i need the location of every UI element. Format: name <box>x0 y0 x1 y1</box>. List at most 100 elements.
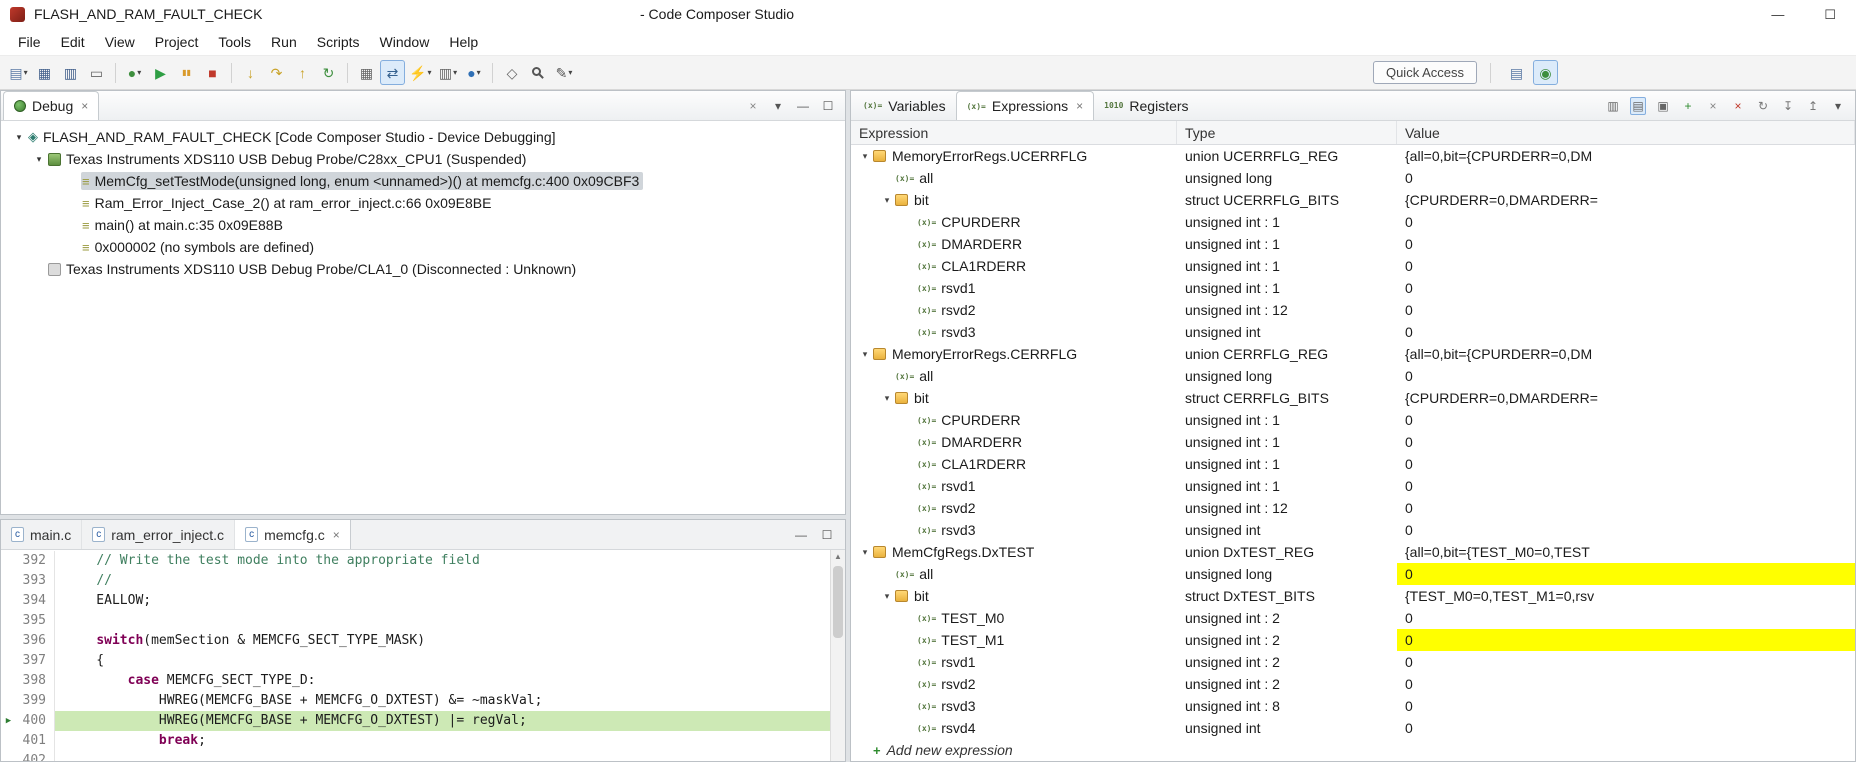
tab-expressions[interactable]: (x)= Expressions × <box>955 91 1095 120</box>
tab-debug[interactable]: Debug × <box>3 91 100 120</box>
minimize-panel-button[interactable]: — <box>795 97 811 115</box>
scrollbar-thumb[interactable] <box>833 566 843 638</box>
menu-help[interactable]: Help <box>439 29 488 55</box>
registers-view-button[interactable]: ▦ <box>354 60 379 85</box>
tab-registers[interactable]: 1010 Registers <box>1094 91 1198 120</box>
step-over-button[interactable]: ↷ <box>264 60 289 85</box>
expression-row[interactable]: (x)= rsvd2 unsigned int : 2 0 <box>851 673 1855 695</box>
expression-row[interactable]: (x)= rsvd3 unsigned int 0 <box>851 321 1855 343</box>
save-button[interactable]: ▦ <box>32 60 57 85</box>
expand-arrow-icon[interactable]: ▾ <box>31 154 47 165</box>
refresh-button[interactable]: ↻ <box>1755 97 1771 115</box>
show-columns-button[interactable]: ▥ <box>1605 97 1621 115</box>
remove-all-expressions-button[interactable]: × <box>1730 97 1746 115</box>
search-button[interactable] <box>525 60 550 85</box>
expression-row[interactable]: (x)= DMARDERR unsigned int : 1 0 <box>851 233 1855 255</box>
expression-row[interactable]: (x)= rsvd2 unsigned int : 12 0 <box>851 299 1855 321</box>
editor-tab-main-c[interactable]: c main.c <box>1 520 83 549</box>
code-editor[interactable]: 392 // Write the test mode into the appr… <box>1 550 830 761</box>
menu-window[interactable]: Window <box>370 29 440 55</box>
expression-row[interactable]: (x)= TEST_M1 unsigned int : 2 0 <box>851 629 1855 651</box>
remove-all-terminated-button[interactable]: × <box>745 97 761 115</box>
menu-run[interactable]: Run <box>261 29 307 55</box>
expression-row[interactable]: (x)= rsvd1 unsigned int : 1 0 <box>851 277 1855 299</box>
expression-row[interactable]: ▾ bit struct CERRFLG_BITS {CPURDERR=0,DMARD… <box>851 387 1855 409</box>
expand-arrow-icon[interactable]: ▾ <box>11 132 27 143</box>
view-menu-button[interactable]: ▾ <box>770 97 786 115</box>
debug-launch-button[interactable]: ● ▾ <box>122 60 147 85</box>
maximize-editor-button[interactable]: ☐ <box>819 526 835 544</box>
console-button[interactable]: ▭ <box>84 60 109 85</box>
debug-tree-row[interactable]: ≡ Ram_Error_Inject_Case_2() at ram_error_… <box>1 192 845 214</box>
expression-row[interactable]: (x)= rsvd1 unsigned int : 2 0 <box>851 651 1855 673</box>
expression-row[interactable]: (x)= rsvd2 unsigned int : 12 0 <box>851 497 1855 519</box>
expression-row[interactable]: ▾ bit struct UCERRFLG_BITS {CPURDERR=0,DMAR… <box>851 189 1855 211</box>
open-element-button[interactable]: ◇ <box>499 60 524 85</box>
annotation-button[interactable]: ✎ ▾ <box>551 60 576 85</box>
remove-expression-button[interactable]: × <box>1705 97 1721 115</box>
new-file-button[interactable]: ▤ ▾ <box>6 60 31 85</box>
expression-row[interactable]: (x)= CLA1RDERR unsigned int : 1 0 <box>851 453 1855 475</box>
menu-project[interactable]: Project <box>145 29 209 55</box>
scroll-up-icon[interactable]: ▲ <box>831 550 845 564</box>
expression-row[interactable]: (x)= DMARDERR unsigned int : 1 0 <box>851 431 1855 453</box>
expression-row[interactable]: (x)= all unsigned long 0 <box>851 563 1855 585</box>
expression-row[interactable]: (x)= all unsigned long 0 <box>851 365 1855 387</box>
expand-arrow-icon[interactable]: ▾ <box>879 591 895 602</box>
debug-tree-row[interactable]: ≡ main() at main.c:35 0x09E88B <box>1 214 845 236</box>
step-return-button[interactable]: ↑ <box>290 60 315 85</box>
column-header-value[interactable]: Value <box>1397 121 1855 144</box>
export-button[interactable]: ↥ <box>1805 97 1821 115</box>
close-icon[interactable]: × <box>81 99 88 113</box>
debug-tree-row[interactable]: ▾ ◈ FLASH_AND_RAM_FAULT_CHECK [Code Compos… <box>1 126 845 148</box>
debug-tree-row[interactable]: Texas Instruments XDS110 USB Debug Probe… <box>1 258 845 280</box>
target-connect-button[interactable]: ⇄ <box>380 60 405 85</box>
expression-row[interactable]: (x)= rsvd1 unsigned int : 1 0 <box>851 475 1855 497</box>
expression-row[interactable]: (x)= rsvd3 unsigned int 0 <box>851 519 1855 541</box>
expression-row[interactable]: (x)= CLA1RDERR unsigned int : 1 0 <box>851 255 1855 277</box>
expression-row[interactable]: (x)= CPURDERR unsigned int : 1 0 <box>851 409 1855 431</box>
expand-arrow-icon[interactable]: ▾ <box>879 195 895 206</box>
expression-row[interactable]: (x)= CPURDERR unsigned int : 1 0 <box>851 211 1855 233</box>
expand-arrow-icon[interactable]: ▾ <box>857 349 873 360</box>
breakpoint-button[interactable]: ● ▾ <box>461 60 486 85</box>
memory-view-button[interactable]: ▥ ▾ <box>435 60 460 85</box>
debug-tree-row[interactable]: ≡ MemCfg_setTestMode(unsigned long, enum … <box>1 170 845 192</box>
terminate-button[interactable]: ■ <box>200 60 225 85</box>
column-header-expression[interactable]: Expression <box>851 121 1177 144</box>
editor-scrollbar[interactable]: ▲ <box>830 550 845 761</box>
editor-tab-ram_error_inject-c[interactable]: c ram_error_inject.c <box>82 520 236 549</box>
import-button[interactable]: ↧ <box>1780 97 1796 115</box>
menu-file[interactable]: File <box>8 29 51 55</box>
expression-row[interactable]: (x)= rsvd3 unsigned int : 8 0 <box>851 695 1855 717</box>
expression-row[interactable]: ▾ bit struct DxTEST_BITS {TEST_M0=0,TEST_M1… <box>851 585 1855 607</box>
menu-scripts[interactable]: Scripts <box>307 29 370 55</box>
menu-tools[interactable]: Tools <box>208 29 261 55</box>
maximize-panel-button[interactable]: ☐ <box>820 97 836 115</box>
ccs-debug-perspective-button[interactable]: ◉ <box>1533 60 1558 85</box>
column-header-type[interactable]: Type <box>1177 121 1397 144</box>
close-icon[interactable]: × <box>1076 99 1083 113</box>
view-menu-button[interactable]: ▾ <box>1830 97 1846 115</box>
add-expression-row[interactable]: + Add new expression <box>851 739 1855 761</box>
tree-layout-button[interactable]: ▤ <box>1630 96 1646 115</box>
collapse-all-button[interactable]: ▣ <box>1655 97 1671 115</box>
minimize-editor-button[interactable]: — <box>793 526 809 544</box>
menu-edit[interactable]: Edit <box>51 29 95 55</box>
restart-button[interactable]: ↻ <box>316 60 341 85</box>
flash-button[interactable]: ⚡ ▾ <box>406 60 434 85</box>
step-into-button[interactable]: ↓ <box>238 60 263 85</box>
suspend-button[interactable]: ▮▮ <box>174 60 199 85</box>
expression-row[interactable]: ▾ MemoryErrorRegs.CERRFLG union CERRFLG_RE… <box>851 343 1855 365</box>
expression-row[interactable]: (x)= rsvd4 unsigned int 0 <box>851 717 1855 739</box>
menu-view[interactable]: View <box>95 29 145 55</box>
ccs-edit-perspective-button[interactable]: ▤ <box>1504 60 1529 85</box>
expand-arrow-icon[interactable]: ▾ <box>857 151 873 162</box>
expression-row[interactable]: (x)= all unsigned long 0 <box>851 167 1855 189</box>
resume-button[interactable]: ▶ <box>148 60 173 85</box>
debug-tree-row[interactable]: ▾ Texas Instruments XDS110 USB Debug Prob… <box>1 148 845 170</box>
add-expression-button[interactable]: + <box>1680 97 1696 115</box>
expression-row[interactable]: ▾ MemoryErrorRegs.UCERRFLG union UCERRFLG_… <box>851 145 1855 167</box>
maximize-button[interactable]: ☐ <box>1824 8 1836 21</box>
expression-row[interactable]: (x)= TEST_M0 unsigned int : 2 0 <box>851 607 1855 629</box>
